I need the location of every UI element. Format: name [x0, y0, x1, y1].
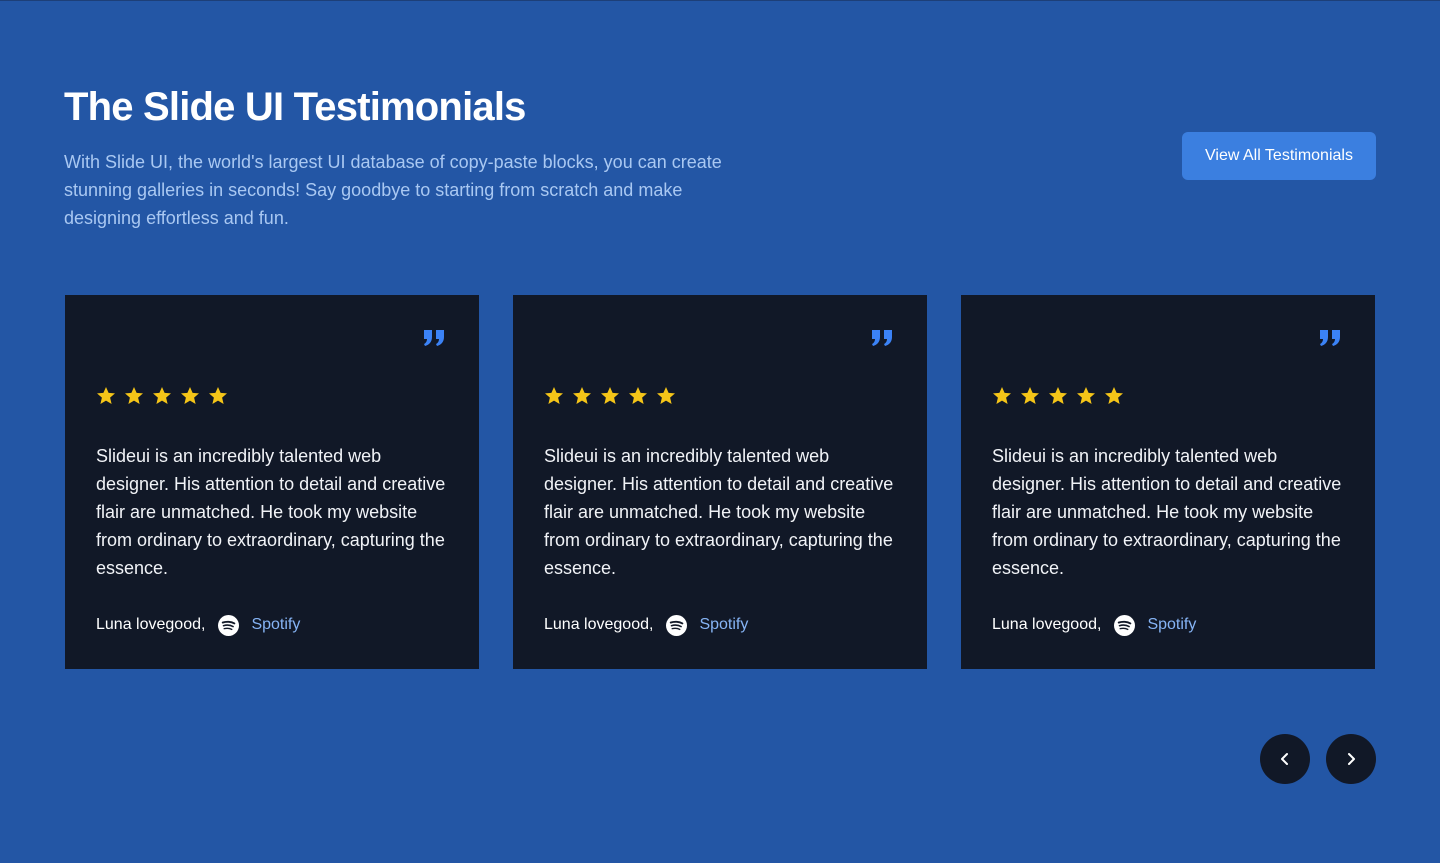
star-icon — [1105, 387, 1123, 404]
star-icon — [209, 387, 227, 404]
star-icon — [657, 387, 675, 404]
spotify-icon — [218, 614, 240, 636]
author-row: Luna lovegood, Spotify — [96, 613, 300, 637]
previous-button[interactable] — [1260, 734, 1310, 784]
chevron-right-icon — [1348, 753, 1355, 765]
testimonial-card: Slideui is an incredibly talented web de… — [65, 295, 479, 669]
rating-stars — [992, 386, 1124, 406]
view-all-testimonials-button[interactable]: View All Testimonials — [1182, 132, 1376, 180]
star-icon — [97, 387, 115, 404]
company-link[interactable]: Spotify — [699, 616, 748, 634]
company-link[interactable]: Spotify — [251, 616, 300, 634]
testimonials-section: The Slide UI Testimonials With Slide UI,… — [0, 0, 1440, 863]
quote-icon — [872, 330, 892, 346]
star-icon — [1077, 387, 1095, 404]
author-name: Luna lovegood, — [96, 616, 206, 633]
company-link[interactable]: Spotify — [1147, 616, 1196, 634]
star-icon — [181, 387, 199, 404]
testimonial-card: Slideui is an incredibly talented web de… — [513, 295, 927, 669]
star-icon — [545, 387, 563, 404]
quote-icon — [424, 330, 444, 346]
chevron-left-icon — [1281, 753, 1288, 765]
testimonial-card: Slideui is an incredibly talented web de… — [961, 295, 1375, 669]
testimonial-text: Slideui is an incredibly talented web de… — [992, 446, 1342, 578]
testimonial-text: Slideui is an incredibly talented web de… — [544, 446, 894, 578]
star-icon — [573, 387, 591, 404]
star-icon — [1049, 387, 1067, 404]
section-header: The Slide UI Testimonials With Slide UI,… — [64, 83, 764, 232]
author-name: Luna lovegood, — [992, 616, 1102, 633]
star-icon — [629, 387, 647, 404]
author-row: Luna lovegood, Spotify — [992, 613, 1196, 637]
quote-icon — [1320, 330, 1340, 346]
section-description: With Slide UI, the world's largest UI da… — [64, 152, 722, 228]
spotify-icon — [1114, 614, 1136, 636]
rating-stars — [544, 386, 676, 406]
next-button[interactable] — [1326, 734, 1376, 784]
author-name: Luna lovegood, — [544, 616, 654, 633]
carousel-navigation — [1260, 734, 1376, 784]
rating-stars — [96, 386, 228, 406]
spotify-icon — [666, 614, 688, 636]
star-icon — [1021, 387, 1039, 404]
star-icon — [601, 387, 619, 404]
star-icon — [993, 387, 1011, 404]
star-icon — [125, 387, 143, 404]
star-icon — [153, 387, 171, 404]
testimonial-cards: Slideui is an incredibly talented web de… — [65, 295, 1375, 669]
section-title: The Slide UI Testimonials — [64, 85, 526, 129]
testimonial-text: Slideui is an incredibly talented web de… — [96, 446, 446, 578]
author-row: Luna lovegood, Spotify — [544, 613, 748, 637]
